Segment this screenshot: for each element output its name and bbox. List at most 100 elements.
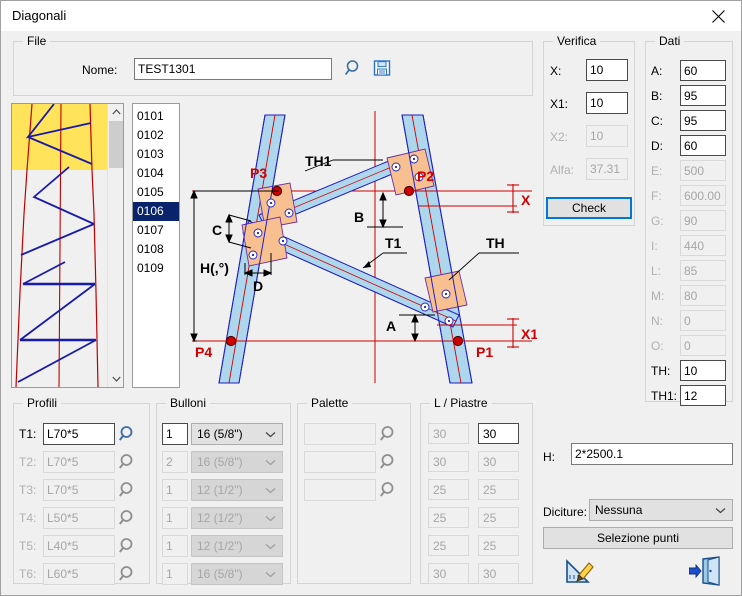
piastre-right-input-5[interactable]: 30	[478, 563, 519, 584]
bulloni-size-select-0[interactable]: 16 (5/8")	[191, 423, 283, 445]
dati-input-l[interactable]: 85	[680, 260, 726, 281]
verifica-input-alfa[interactable]: 37.31	[586, 158, 628, 180]
profili-input-t4[interactable]: L50*5	[43, 507, 115, 529]
diciture-select[interactable]: Nessuna	[589, 499, 733, 521]
close-button[interactable]	[695, 1, 741, 31]
bulloni-count-2[interactable]: 1	[162, 479, 188, 501]
palette-search-button-0[interactable]	[379, 424, 399, 444]
dati-input-b[interactable]: 95	[680, 85, 726, 106]
profili-search-button-3[interactable]	[118, 508, 138, 528]
profili-search-button-0[interactable]	[118, 424, 138, 444]
dati-input-th1[interactable]: 12	[680, 385, 726, 406]
list-item[interactable]: 0108	[133, 240, 179, 259]
bulloni-count-5[interactable]: 1	[162, 563, 188, 585]
bulloni-size-select-1[interactable]: 16 (5/8")	[191, 451, 283, 473]
bulloni-count-1[interactable]: 2	[162, 451, 188, 473]
list-item[interactable]: 0104	[133, 164, 179, 183]
list-item[interactable]: 0106	[133, 202, 179, 221]
search-nome-button[interactable]	[344, 58, 364, 78]
save-button[interactable]	[372, 58, 392, 78]
title-bar: Diagonali	[1, 1, 741, 31]
bulloni-size-select-4[interactable]: 12 (1/2")	[191, 535, 283, 557]
profili-search-button-5[interactable]	[118, 564, 138, 584]
selezione-punti-button[interactable]: Selezione punti	[543, 527, 733, 549]
nome-input[interactable]: TEST1301	[134, 58, 332, 80]
diagonal-list[interactable]: 0101 0102 0103 0104 0105 0106 0107 0108 0109	[132, 103, 180, 388]
scroll-up-button[interactable]	[108, 104, 123, 120]
dati-input-a[interactable]: 60	[680, 60, 726, 81]
dati-input-d[interactable]: 60	[680, 135, 726, 156]
bulloni-count-0[interactable]: 1	[162, 423, 188, 445]
dati-group-label: Dati	[655, 34, 685, 48]
list-item[interactable]: 0102	[133, 126, 179, 145]
piastre-left-input-4[interactable]: 25	[428, 535, 469, 556]
piastre-left-input-3[interactable]: 25	[428, 507, 469, 528]
label-p3: P3	[250, 165, 267, 181]
verifica-input-x1[interactable]: 10	[586, 92, 628, 114]
list-item[interactable]: 0101	[133, 107, 179, 126]
magnifier-icon	[379, 480, 399, 500]
chevron-down-icon	[265, 567, 276, 581]
verifica-input-x2[interactable]: 10	[586, 125, 628, 147]
piastre-right-input-0[interactable]: 30	[478, 423, 519, 444]
list-item[interactable]: 0105	[133, 183, 179, 202]
list-item[interactable]: 0103	[133, 145, 179, 164]
bulloni-count-4[interactable]: 1	[162, 535, 188, 557]
piastre-right-input-2[interactable]: 25	[478, 479, 519, 500]
h-input[interactable]: 2*2500.1	[571, 443, 733, 465]
ruler-pencil-icon	[563, 555, 595, 587]
piastre-right-input-4[interactable]: 25	[478, 535, 519, 556]
dati-input-e[interactable]: 500	[680, 160, 726, 181]
draw-tool-button[interactable]	[563, 555, 595, 587]
dati-label-6: G:	[651, 214, 664, 228]
profili-input-t6[interactable]: L60*5	[43, 563, 115, 585]
palette-input-2[interactable]	[304, 479, 376, 501]
piastre-right-input-3[interactable]: 25	[478, 507, 519, 528]
dati-input-o[interactable]: 0	[680, 335, 726, 356]
h-label: H:	[543, 450, 555, 464]
list-item[interactable]: 0109	[133, 259, 179, 278]
dati-input-n[interactable]: 0	[680, 310, 726, 331]
profili-search-button-4[interactable]	[118, 536, 138, 556]
verifica-input-x[interactable]: 10	[586, 59, 628, 81]
dati-input-g[interactable]: 90	[680, 210, 726, 231]
palette-input-1[interactable]	[304, 451, 376, 473]
label-h: H(,°)	[200, 260, 229, 276]
piastre-left-input-5[interactable]: 30	[428, 563, 469, 584]
dati-input-i[interactable]: 440	[680, 235, 726, 256]
magnifier-icon	[344, 58, 364, 78]
piastre-group-label: L / Piastre	[430, 396, 492, 410]
piastre-left-input-2[interactable]: 25	[428, 479, 469, 500]
profili-input-t2[interactable]: L70*5	[43, 451, 115, 473]
profili-input-t1[interactable]: L70*5	[43, 423, 115, 445]
dati-input-m[interactable]: 80	[680, 285, 726, 306]
list-item[interactable]: 0107	[133, 221, 179, 240]
scroll-down-button[interactable]	[108, 371, 123, 387]
check-button[interactable]: Check	[546, 197, 632, 219]
bulloni-count-3[interactable]: 1	[162, 507, 188, 529]
bulloni-size-select-3[interactable]: 12 (1/2")	[191, 507, 283, 529]
tower-preview[interactable]	[11, 103, 124, 388]
bulloni-size-select-2[interactable]: 12 (1/2")	[191, 479, 283, 501]
piastre-left-input-1[interactable]: 30	[428, 451, 469, 472]
preview-scrollbar[interactable]	[107, 104, 123, 387]
exit-button[interactable]	[689, 555, 725, 587]
scroll-thumb[interactable]	[109, 121, 123, 168]
dati-label-9: M:	[651, 289, 665, 303]
chevron-down-icon	[265, 427, 276, 441]
profili-input-t3[interactable]: L70*5	[43, 479, 115, 501]
palette-search-button-1[interactable]	[379, 452, 399, 472]
bulloni-size-select-5[interactable]: 16 (5/8")	[191, 563, 283, 585]
piastre-right-input-1[interactable]: 30	[478, 451, 519, 472]
palette-input-0[interactable]	[304, 423, 376, 445]
dati-input-c[interactable]: 95	[680, 110, 726, 131]
dati-input-th[interactable]: 10	[680, 360, 726, 381]
profili-search-button-1[interactable]	[118, 452, 138, 472]
profili-search-button-2[interactable]	[118, 480, 138, 500]
profili-input-t5[interactable]: L40*5	[43, 535, 115, 557]
palette-search-button-2[interactable]	[379, 480, 399, 500]
dati-input-f[interactable]: 600.00	[680, 185, 726, 206]
bulloni-size-value: 12 (1/2")	[197, 539, 243, 553]
piastre-left-input-0[interactable]: 30	[428, 423, 469, 444]
magnifier-icon	[118, 480, 138, 500]
